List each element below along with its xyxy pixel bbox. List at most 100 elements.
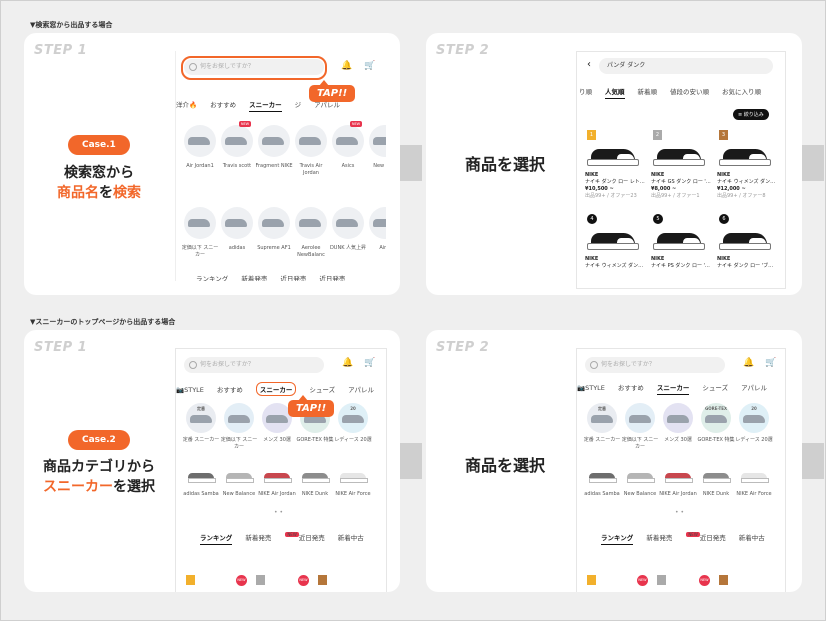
category-label: Air Jordan1 bbox=[186, 163, 214, 169]
brand-shoe[interactable] bbox=[188, 473, 216, 483]
cart-icon[interactable]: 🛒 bbox=[364, 358, 375, 368]
filter-button[interactable]: ≡ 絞り込み bbox=[733, 109, 769, 120]
brand-shoe[interactable] bbox=[703, 473, 731, 483]
product-info[interactable]: NIKE ナイキ ダンク ロー 'ブ… bbox=[717, 256, 777, 270]
product-info[interactable]: NIKE ナイキ ウィメンズ ダン… bbox=[585, 256, 645, 270]
brand-shoe[interactable] bbox=[627, 473, 655, 483]
bottom-tab[interactable]: 近日発売 bbox=[319, 273, 345, 281]
search-bar[interactable]: 何をお探しですか？ bbox=[585, 357, 725, 373]
feature-circle[interactable] bbox=[224, 403, 254, 433]
brand-shoe[interactable] bbox=[589, 473, 617, 483]
brand-label: adidas Samba bbox=[584, 491, 620, 497]
feature-circle[interactable] bbox=[663, 403, 693, 433]
tab[interactable]: シューズ bbox=[702, 382, 728, 392]
sort-tab[interactable]: り順 bbox=[579, 86, 592, 96]
feature-circle[interactable]: 20 bbox=[338, 403, 368, 433]
feature-label: メンズ 30選 bbox=[664, 437, 692, 443]
sort-tab[interactable]: お気に入り順 bbox=[722, 86, 761, 96]
bottom-tab[interactable]: 新着中古 bbox=[338, 532, 364, 542]
bottom-tab[interactable]: 近日発売 bbox=[700, 532, 726, 542]
sort-tab[interactable]: 値段の安い順 bbox=[670, 86, 709, 96]
bottom-tab[interactable]: 近日発売 bbox=[299, 532, 325, 542]
tab-1[interactable]: おすすめ bbox=[210, 99, 236, 109]
tab[interactable]: おすすめ bbox=[217, 384, 243, 394]
category-circle[interactable] bbox=[295, 125, 327, 157]
bottom-tab[interactable]: 近日発売 bbox=[280, 273, 306, 281]
brand-shoe[interactable] bbox=[665, 473, 693, 483]
tab[interactable]: シューズ bbox=[309, 384, 335, 394]
chevron-left-icon[interactable]: ‹ bbox=[587, 59, 591, 70]
tab[interactable]: アパレル bbox=[741, 382, 767, 392]
brand-shoe[interactable] bbox=[302, 473, 330, 483]
brand-shoe[interactable] bbox=[741, 473, 769, 483]
category-circle[interactable] bbox=[369, 207, 386, 239]
category-circle[interactable] bbox=[258, 207, 290, 239]
feature-circle[interactable]: 定番 bbox=[186, 403, 216, 433]
search-placeholder: 何をお探しですか？ bbox=[601, 361, 655, 368]
sort-tab[interactable]: 新着順 bbox=[638, 86, 658, 96]
brand-shoe[interactable] bbox=[226, 473, 254, 483]
bottom-tab[interactable]: 新着発売 bbox=[245, 532, 271, 542]
product-info[interactable]: NIKE ナイキ GS ダンク ロー '… ¥8,000 ~ 出品99+ / オファー… bbox=[651, 172, 711, 200]
tab-4[interactable]: アパレル bbox=[314, 99, 340, 109]
phone-mock-search: 何をお探しですか？ 🔔 🛒 TAP!! 洋介🔥 おすすめ スニーカージアパレル Ai… bbox=[175, 51, 386, 281]
bottom-tab[interactable]: ランキング bbox=[196, 273, 228, 281]
tab-0[interactable]: 洋介🔥 bbox=[176, 99, 197, 109]
bell-icon[interactable]: 🔔 bbox=[743, 358, 754, 368]
tab-sneaker[interactable]: スニーカー bbox=[249, 99, 282, 112]
search-bar[interactable]: パンダ ダンク bbox=[599, 58, 773, 74]
sneaker-icon bbox=[262, 137, 284, 145]
sneaker-icon bbox=[373, 137, 386, 145]
bottom-tab[interactable]: 新着発売 bbox=[241, 273, 267, 281]
brand-shoe[interactable] bbox=[264, 473, 292, 483]
category-circle[interactable] bbox=[332, 207, 364, 239]
tab-sneaker[interactable]: スニーカー bbox=[656, 382, 690, 395]
product-image[interactable] bbox=[587, 228, 639, 250]
bottom-tab[interactable]: 新着発売 bbox=[646, 532, 672, 542]
product-image[interactable] bbox=[653, 144, 705, 166]
feature-circle[interactable]: 定番 bbox=[587, 403, 617, 433]
step-label: STEP 1 bbox=[34, 43, 88, 58]
tab[interactable]: おすすめ bbox=[618, 382, 644, 392]
feature-circle[interactable] bbox=[625, 403, 655, 433]
product-image[interactable] bbox=[719, 144, 771, 166]
brand-shoe[interactable] bbox=[340, 473, 368, 483]
cart-icon[interactable]: 🛒 bbox=[364, 61, 375, 71]
tab-sneaker[interactable]: スニーカー bbox=[255, 382, 297, 396]
category-label: Travis scott bbox=[222, 163, 252, 169]
category-circle[interactable] bbox=[369, 125, 386, 157]
category-circle[interactable] bbox=[295, 207, 327, 239]
bell-icon[interactable]: 🔔 bbox=[342, 358, 353, 368]
cart-icon[interactable]: 🛒 bbox=[765, 358, 776, 368]
feature-circle[interactable]: 20 bbox=[739, 403, 769, 433]
product-info[interactable]: NIKE ナイキ ダンク ロー レト… ¥10,500 ~ 出品99+ / オファー2… bbox=[585, 172, 645, 200]
step1-card-category: STEP 1 Case.2 商品カテゴリから スニーカーを選択 何をお探しですか… bbox=[24, 330, 400, 592]
sneaker-icon bbox=[705, 415, 727, 423]
category-circle[interactable] bbox=[221, 207, 253, 239]
category-circle[interactable] bbox=[332, 125, 364, 157]
tab[interactable]: 📷STYLE bbox=[176, 386, 204, 394]
bottom-tab[interactable]: ランキング bbox=[200, 532, 233, 545]
product-image[interactable] bbox=[653, 228, 705, 250]
tab[interactable]: アパレル bbox=[348, 384, 374, 394]
tab[interactable]: 📷STYLE bbox=[577, 384, 605, 392]
search-bar[interactable]: 何をお探しですか？ bbox=[184, 357, 324, 373]
bell-icon[interactable]: 🔔 bbox=[341, 61, 352, 71]
tap-callout: TAP!! bbox=[288, 395, 335, 417]
product-image[interactable] bbox=[719, 228, 771, 250]
brand-label: NIKE Air Force bbox=[736, 491, 772, 497]
phone-mock-top: 何をお探しですか？ 🔔 🛒 📷STYLE おすすめ スニーカー シューズ アパレル 定番 定番 ス… bbox=[175, 348, 387, 592]
new-badge: NEW bbox=[236, 575, 247, 586]
category-circle[interactable] bbox=[258, 125, 290, 157]
bottom-tab[interactable]: 新着中古 bbox=[739, 532, 765, 542]
bottom-tab[interactable]: ランキング bbox=[601, 532, 634, 545]
product-info[interactable]: NIKE ナイキ PS ダンク ロー '… bbox=[651, 256, 711, 270]
category-circle[interactable] bbox=[221, 125, 253, 157]
product-info[interactable]: NIKE ナイキ ウィメンズ ダン… ¥12,000 ~ 出品99+ / オファー8 bbox=[717, 172, 777, 200]
feature-circle[interactable]: GORE-TEX bbox=[701, 403, 731, 433]
product-image[interactable] bbox=[587, 144, 639, 166]
sort-tab-popular[interactable]: 人気順 bbox=[605, 86, 625, 99]
tab-3[interactable]: ジ bbox=[295, 99, 302, 109]
category-circle[interactable] bbox=[184, 207, 216, 239]
category-circle[interactable] bbox=[184, 125, 216, 157]
